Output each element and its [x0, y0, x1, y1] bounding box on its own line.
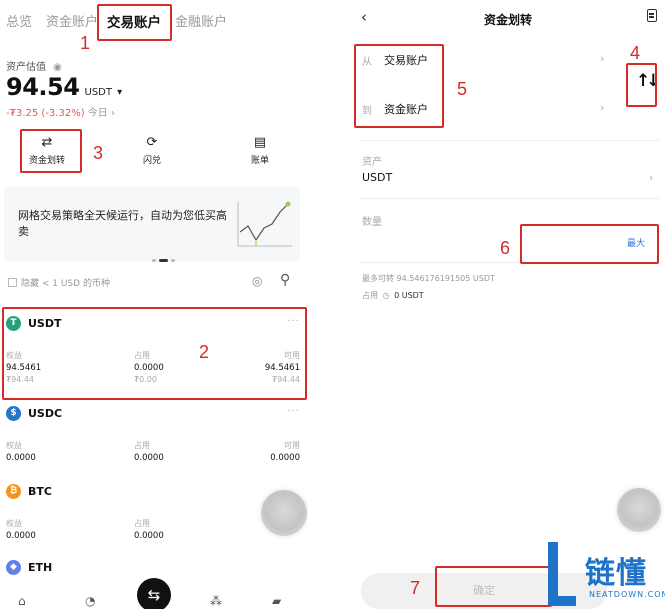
annotation-box-2 — [2, 307, 307, 400]
page-title: 资金划转 — [483, 13, 532, 27]
quick-action-convert-label: 闪兑 — [142, 156, 161, 166]
divider — [359, 198, 659, 199]
grid-trading-banner[interactable]: 网格交易策略全天候运行，自动为您低买高卖 — [4, 186, 300, 262]
asset-select[interactable]: USDT — [362, 171, 392, 184]
usdc-logo-icon: $ — [6, 406, 21, 421]
annotation-number-1: 1 — [80, 33, 91, 53]
equity-label: 权益 — [6, 519, 22, 528]
unit-dropdown-icon[interactable]: ▾ — [117, 87, 122, 98]
amount-label: 数量 — [362, 217, 382, 228]
watermark-subtext: NEATDOWN.COM — [589, 590, 665, 599]
occupied-row: 占用 ◷ 0 USDT — [362, 290, 424, 301]
chevron-right-icon: › — [600, 101, 605, 114]
btc-logo-icon: ₿ — [6, 484, 21, 499]
tab-funding-account[interactable]: 资金账户 — [46, 11, 98, 30]
clock-icon: ◷ — [382, 291, 390, 300]
total-value-unit: USDT — [84, 87, 112, 98]
chevron-right-icon: › — [649, 171, 654, 184]
watermark-logo — [548, 542, 578, 606]
available-value: 0.0000 — [270, 453, 300, 463]
daily-change-today[interactable]: 今日 — [88, 108, 108, 119]
banner-pager — [152, 250, 178, 269]
coin-row-usdc[interactable]: $ USDC ··· 权益 占用 可用 0.0000 0.0000 0.0000 — [0, 404, 308, 476]
total-value: 94.54 — [6, 73, 80, 101]
floating-assist-button[interactable] — [617, 488, 661, 532]
tab-finance-account[interactable]: 金融账户 — [175, 11, 227, 30]
occupied-value: 0 USDT — [394, 291, 424, 300]
occupied-value: 0.0000 — [134, 531, 164, 541]
asset-valuation-header: 资产估值 ◉ — [6, 55, 62, 74]
banner-text: 网格交易策略全天候运行，自动为您低买高卖 — [18, 209, 227, 238]
eye-icon[interactable]: ◉ — [53, 62, 62, 73]
refresh-icon[interactable]: ◎ — [252, 274, 262, 288]
quick-action-bill-label: 账单 — [250, 156, 269, 166]
coin-name: USDC — [28, 407, 63, 420]
occupied-label: 占用 — [134, 441, 150, 450]
total-value-row: 94.54 USDT ▾ — [6, 73, 122, 101]
market-icon[interactable]: ◔ — [85, 594, 95, 608]
chevron-right-icon: › — [600, 52, 605, 65]
coin-name: BTC — [28, 485, 52, 498]
asset-valuation-label: 资产估值 — [6, 62, 46, 73]
more-icon[interactable]: ··· — [287, 406, 300, 417]
equity-value: 0.0000 — [6, 453, 36, 463]
eth-logo-icon: ◆ — [6, 560, 21, 575]
hide-small-balances-label: 隐藏 < 1 USD 的币种 — [21, 279, 110, 289]
checkbox-icon[interactable] — [8, 278, 17, 287]
occupied-label: 占用 — [134, 519, 150, 528]
tab-overview[interactable]: 总览 — [6, 11, 32, 30]
annotation-box-4 — [626, 63, 657, 107]
chevron-right-icon: › — [110, 108, 115, 119]
max-transferable: 最多可转 94.546176191505 USDT — [362, 274, 495, 283]
annotation-number-3: 3 — [93, 143, 104, 163]
daily-change: -₮3.25 (-3.32%) 今日 › — [6, 104, 115, 119]
equity-value: 0.0000 — [6, 531, 36, 541]
quick-action-convert[interactable]: ⟳ 闪兑 — [130, 135, 174, 167]
annotation-box-1 — [97, 4, 172, 41]
annotation-number-7: 7 — [410, 578, 421, 598]
asset-label: 资产 — [362, 157, 382, 168]
annotation-box-7 — [435, 566, 552, 607]
home-icon[interactable]: ⌂ — [18, 594, 26, 608]
equity-label: 权益 — [6, 441, 22, 450]
record-icon[interactable] — [647, 9, 657, 22]
annotation-number-2: 2 — [199, 342, 210, 362]
convert-icon: ⟳ — [146, 135, 158, 150]
watermark-text: 链懂 — [585, 556, 647, 591]
annotation-box-3 — [20, 129, 82, 173]
wallet-icon[interactable]: ▰ — [272, 594, 281, 608]
quick-action-bill[interactable]: ▤ 账单 — [240, 135, 280, 167]
daily-change-value: -₮3.25 (-3.32%) — [6, 108, 85, 119]
bill-icon: ▤ — [253, 135, 267, 150]
trade-center-button[interactable]: ⇆ — [137, 578, 171, 609]
floating-assist-button[interactable] — [261, 490, 307, 536]
search-icon[interactable]: ⚲ — [280, 272, 290, 288]
banner-chart-illustration — [237, 201, 292, 247]
annotation-number-6: 6 — [500, 238, 511, 258]
divider — [359, 140, 659, 141]
coin-name: ETH — [28, 561, 53, 574]
panel-gap — [308, 0, 351, 609]
annotation-number-4: 4 — [630, 43, 641, 63]
annotation-box-6 — [520, 224, 659, 264]
occupied-value: 0.0000 — [134, 453, 164, 463]
available-label: 可用 — [284, 441, 300, 450]
annotation-number-5: 5 — [457, 79, 468, 99]
annotation-box-5 — [354, 44, 444, 128]
occupied-label: 占用 — [362, 291, 378, 300]
discover-icon[interactable]: ⁂ — [210, 594, 222, 608]
hide-small-balances[interactable]: 隐藏 < 1 USD 的币种 — [8, 276, 110, 289]
trading-account-panel: 总览 资金账户 交易账户 金融账户 资产估值 ◉ 94.54 USDT ▾ -₮… — [0, 0, 308, 609]
